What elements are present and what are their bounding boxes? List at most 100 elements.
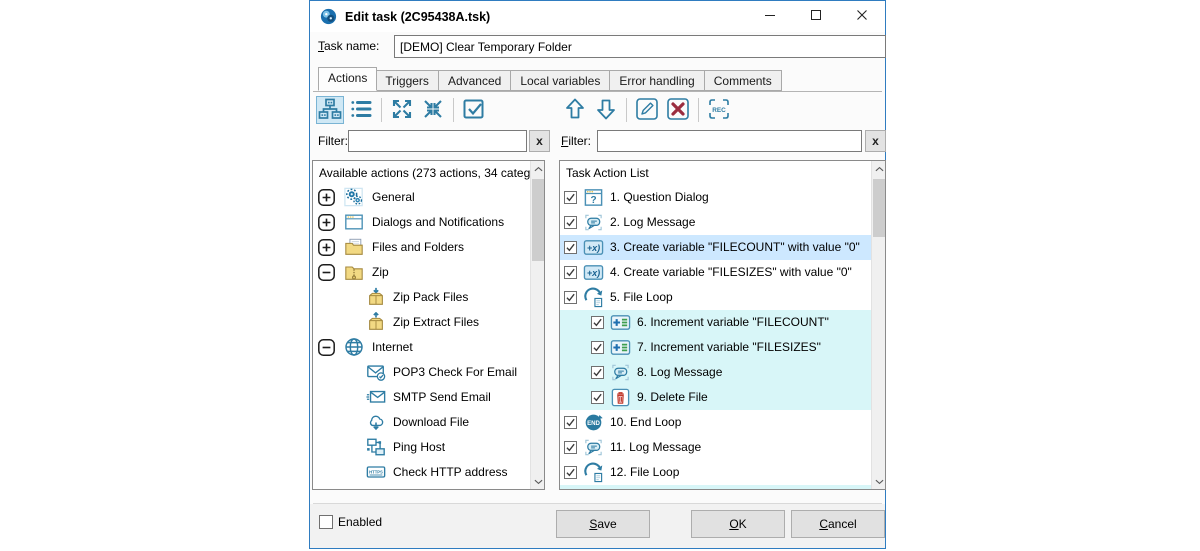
collapse-all-icon: [421, 97, 445, 124]
tree-category-row[interactable]: General: [313, 185, 530, 210]
tab-error-handling[interactable]: Error handling: [610, 70, 704, 91]
task-action-row[interactable]: 7. Increment variable "FILESIZES": [560, 335, 871, 360]
action-checkbox[interactable]: [591, 316, 604, 329]
move-down-button[interactable]: [592, 96, 620, 124]
expand-expander-icon[interactable]: [318, 239, 335, 256]
edit-action-button[interactable]: [633, 96, 661, 124]
minimize-button[interactable]: [747, 1, 793, 32]
tree-action-row[interactable]: Ping Host: [313, 435, 530, 460]
collapse-expander-icon[interactable]: [318, 339, 335, 356]
app-logo-icon: [320, 8, 337, 25]
save-button[interactable]: Save: [556, 510, 650, 538]
tree-item-label: Internet: [372, 335, 413, 360]
view-list-button[interactable]: [347, 96, 375, 124]
tree-action-row[interactable]: Zip Extract Files: [313, 310, 530, 335]
task-action-label: 4. Create variable "FILESIZES" with valu…: [610, 260, 852, 285]
maximize-button[interactable]: [793, 1, 839, 32]
tree-action-row[interactable]: POP3 Check For Email: [313, 360, 530, 385]
tree-action-row[interactable]: Download File: [313, 410, 530, 435]
task-action-row[interactable]: 5. File Loop: [560, 285, 871, 310]
delete-action-button[interactable]: [664, 96, 692, 124]
action-checkbox[interactable]: [564, 466, 577, 479]
tab-local-variables[interactable]: Local variables: [511, 70, 610, 91]
svg-text:+x): +x): [587, 243, 600, 253]
action-checkbox[interactable]: [591, 366, 604, 379]
action-checkbox[interactable]: [591, 341, 604, 354]
action-checkbox[interactable]: [564, 216, 577, 229]
task-action-row[interactable]: 2. Log Message: [560, 210, 871, 235]
enabled-checkbox[interactable]: [319, 515, 333, 529]
tab-advanced[interactable]: Advanced: [439, 70, 511, 91]
tree-action-row[interactable]: SMTP Send Email: [313, 385, 530, 410]
move-up-button[interactable]: [561, 96, 589, 124]
action-checkbox[interactable]: [564, 291, 577, 304]
scrollbar-right[interactable]: [871, 161, 885, 489]
action-checkbox[interactable]: [564, 266, 577, 279]
toolbar-separator: [381, 98, 382, 122]
expand-expander-icon[interactable]: [318, 189, 335, 206]
expand-expander-icon[interactable]: [318, 214, 335, 231]
log-message-icon: [583, 212, 604, 233]
task-action-row[interactable]: 6. Increment variable "FILECOUNT": [560, 310, 871, 335]
svg-text:REC: REC: [712, 106, 726, 113]
file-loop-icon: [583, 462, 604, 483]
action-checkbox[interactable]: [564, 241, 577, 254]
tab-triggers[interactable]: Triggers: [376, 70, 439, 91]
tree-category-row[interactable]: Zip: [313, 260, 530, 285]
close-button[interactable]: [839, 1, 885, 32]
action-checkbox[interactable]: [564, 416, 577, 429]
tree-category-row[interactable]: Files and Folders: [313, 235, 530, 260]
task-action-row[interactable]: ?1. Question Dialog: [560, 185, 871, 210]
cancel-button[interactable]: Cancel: [791, 510, 885, 538]
scroll-thumb[interactable]: [532, 179, 544, 261]
ok-button[interactable]: OK: [691, 510, 785, 538]
tree-action-row[interactable]: HTTPSCheck HTTP address: [313, 460, 530, 485]
filter-input-left[interactable]: [348, 130, 527, 152]
folder-files-icon: [344, 237, 364, 257]
task-action-row[interactable]: 12. File Loop: [560, 460, 871, 485]
tree-item-label: Ping Host: [393, 435, 445, 460]
expand-all-button[interactable]: [388, 96, 416, 124]
move-up-icon: [563, 97, 587, 124]
task-action-row[interactable]: 9. Delete File: [560, 385, 871, 410]
tree-action-row[interactable]: [313, 485, 530, 489]
task-action-row[interactable]: 8. Log Message: [560, 360, 871, 385]
scroll-up-button[interactable]: [531, 161, 545, 176]
scroll-thumb[interactable]: [873, 179, 885, 237]
scroll-up-button[interactable]: [872, 161, 886, 176]
task-action-row[interactable]: +x)4. Create variable "FILESIZES" with v…: [560, 260, 871, 285]
tree-action-row[interactable]: Zip Pack Files: [313, 285, 530, 310]
toolbar-separator: [626, 98, 627, 122]
tab-comments[interactable]: Comments: [705, 70, 782, 91]
filter-input-right[interactable]: [597, 130, 862, 152]
view-tree-button[interactable]: [316, 96, 344, 124]
filter-clear-button-left[interactable]: x: [529, 130, 550, 152]
task-action-row[interactable]: [560, 485, 871, 489]
tree-category-row[interactable]: Dialogs and Notifications: [313, 210, 530, 235]
action-checkbox[interactable]: [564, 191, 577, 204]
scrollbar-left[interactable]: [530, 161, 544, 489]
zip-folder-icon: [344, 262, 364, 282]
action-checkbox[interactable]: [591, 391, 604, 404]
scroll-down-button[interactable]: [531, 474, 545, 489]
tab-actions[interactable]: Actions: [318, 67, 377, 91]
task-action-row[interactable]: +x)3. Create variable "FILECOUNT" with v…: [560, 235, 871, 260]
task-name-input[interactable]: [394, 35, 886, 58]
task-action-row[interactable]: END10. End Loop: [560, 410, 871, 435]
action-checkbox[interactable]: [564, 441, 577, 454]
record-button[interactable]: REC: [705, 96, 733, 124]
collapse-all-button[interactable]: [419, 96, 447, 124]
scroll-down-button[interactable]: [872, 474, 886, 489]
task-action-label: 1. Question Dialog: [610, 185, 709, 210]
filter-clear-button-right[interactable]: x: [865, 130, 886, 152]
collapse-expander-icon[interactable]: [318, 264, 335, 281]
tree-item-label: Dialogs and Notifications: [372, 210, 504, 235]
edit-pencil-icon: [635, 97, 659, 124]
select-actions-button[interactable]: [460, 96, 488, 124]
tree-category-row[interactable]: Internet: [313, 335, 530, 360]
https-box-icon: HTTPS: [366, 462, 386, 482]
list-view-icon: [349, 97, 373, 124]
log-message-icon: [583, 437, 604, 458]
globe-icon: [344, 337, 364, 357]
task-action-row[interactable]: 11. Log Message: [560, 435, 871, 460]
